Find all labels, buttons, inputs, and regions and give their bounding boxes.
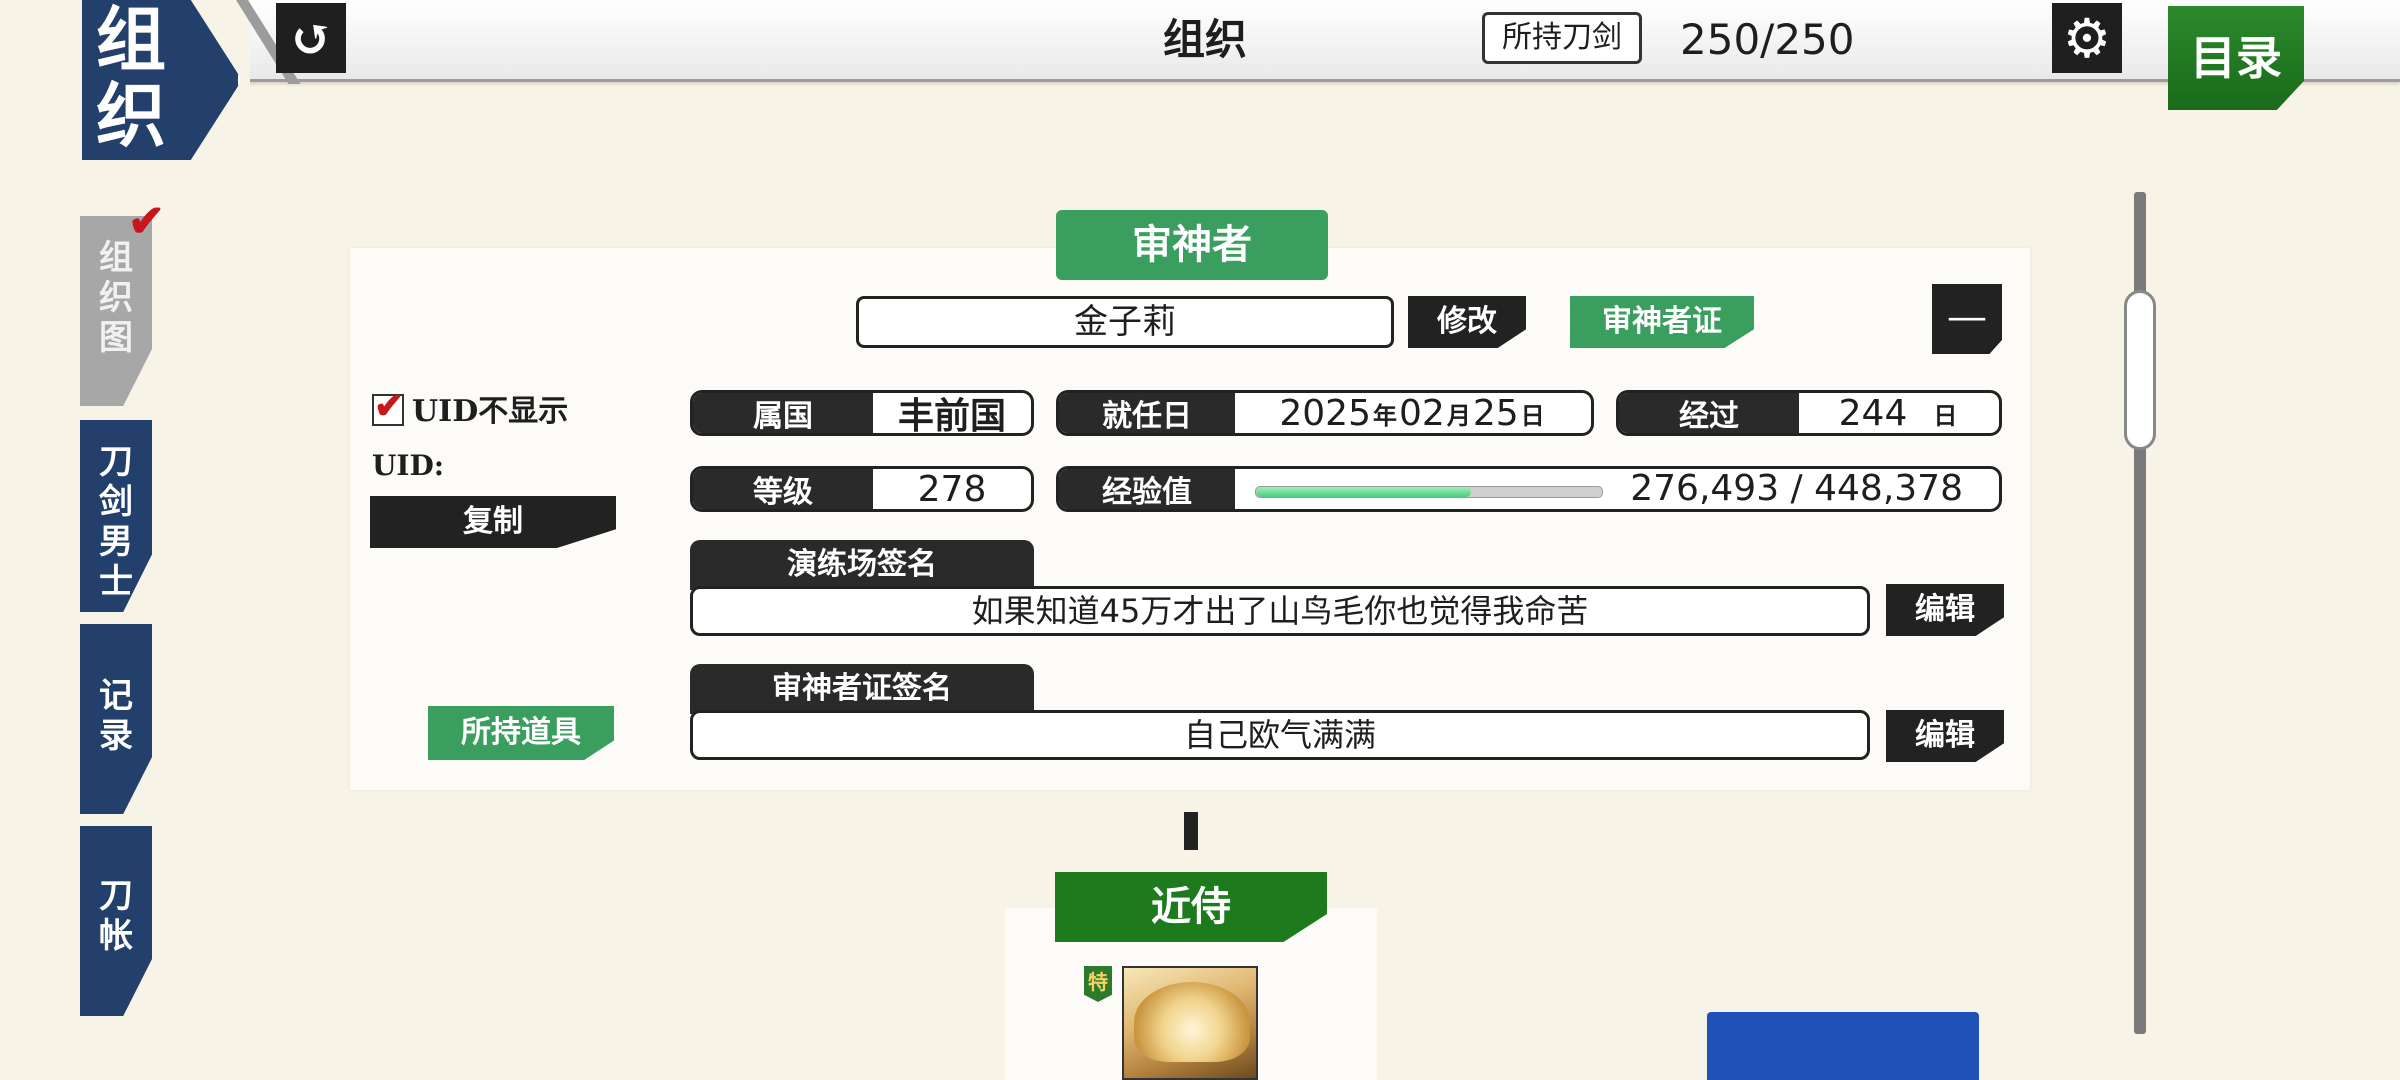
page-title: 组织 bbox=[1162, 15, 1247, 64]
level-value: 278 bbox=[917, 468, 987, 510]
rename-button[interactable]: 修改 bbox=[1408, 296, 1526, 348]
edit-card-signature-button[interactable]: 编辑 bbox=[1886, 710, 2004, 762]
country-field: 属国 丰前国 bbox=[690, 390, 1034, 436]
side-tab-char: 织 bbox=[99, 278, 133, 318]
experience-field: 经验值 276,493 / 448,378 bbox=[1056, 466, 2002, 512]
card-signature-text: 自己欧气满满 bbox=[690, 710, 1870, 760]
start-day: 25 bbox=[1472, 392, 1519, 434]
level-field: 等级 278 bbox=[690, 466, 1034, 512]
elapsed-days-field: 经过 244 日 bbox=[1616, 390, 2002, 436]
side-tab-char: 图 bbox=[99, 318, 133, 358]
uid-hide-label: UID不显示 bbox=[412, 394, 569, 429]
side-tab-char: 男 bbox=[99, 522, 133, 562]
active-check-icon: ✔ bbox=[128, 196, 165, 247]
side-tab-char: 士 bbox=[99, 562, 133, 602]
arena-signature-text: 如果知道45万才出了山鸟毛你也觉得我命苦 bbox=[690, 586, 1870, 636]
uid-label: UID: bbox=[372, 449, 445, 482]
tab-records[interactable]: 记录 bbox=[80, 624, 152, 814]
experience-progress-bar bbox=[1255, 486, 1603, 498]
saniwa-section-title: 审神者 bbox=[1056, 210, 1328, 280]
partial-blue-button[interactable] bbox=[1707, 1012, 1979, 1080]
side-tab-char: 录 bbox=[99, 716, 133, 756]
side-tab-char: 剑 bbox=[99, 482, 133, 522]
side-tab-char: 记 bbox=[99, 676, 133, 716]
checkmark-icon: ✔ bbox=[374, 385, 405, 427]
menu-button[interactable]: 目录 bbox=[2168, 6, 2304, 110]
saniwa-card-button[interactable]: 审神者证 bbox=[1570, 296, 1754, 348]
experience-value-area: 276,493 / 448,378 bbox=[1235, 469, 1999, 509]
start-date-value: 2025 年 02 月 25 日 bbox=[1235, 393, 1591, 433]
country-label: 属国 bbox=[693, 393, 873, 433]
year-unit: 年 bbox=[1373, 400, 1397, 430]
experience-progress-fill bbox=[1256, 487, 1471, 497]
scrollbar-thumb[interactable] bbox=[2124, 290, 2156, 450]
level-label: 等级 bbox=[693, 469, 873, 509]
arena-signature-label: 演练场签名 bbox=[690, 540, 1034, 590]
back-arrow-icon: ↺ bbox=[289, 7, 333, 69]
attendant-section-title: 近侍 bbox=[1055, 872, 1327, 942]
experience-value: 276,493 / 448,378 bbox=[1630, 468, 1963, 509]
side-tab-char: 刀 bbox=[99, 442, 133, 482]
saniwa-name: 金子莉 bbox=[856, 296, 1394, 348]
start-date-label: 就任日 bbox=[1059, 393, 1235, 433]
edit-arena-signature-button[interactable]: 编辑 bbox=[1886, 584, 2004, 636]
start-date-field: 就任日 2025 年 02 月 25 日 bbox=[1056, 390, 1594, 436]
tab-sword-boys[interactable]: 刀剑男士 bbox=[80, 420, 152, 612]
elapsed-value: 244 日 bbox=[1799, 393, 1999, 433]
elapsed-days: 244 bbox=[1838, 392, 1908, 434]
sword-count-value: 250/250 bbox=[1680, 15, 1855, 64]
back-button[interactable]: ↺ bbox=[276, 3, 346, 73]
tab-sword-ledger[interactable]: 刀帐 bbox=[80, 826, 152, 1016]
month-unit: 月 bbox=[1446, 400, 1471, 430]
start-month: 02 bbox=[1399, 392, 1445, 434]
elapsed-unit: 日 bbox=[1933, 400, 1958, 430]
elapsed-label: 经过 bbox=[1619, 393, 1799, 433]
org-chart-connector bbox=[1184, 812, 1198, 850]
gear-icon: ⚙ bbox=[2062, 6, 2112, 70]
day-unit: 日 bbox=[1520, 400, 1545, 430]
side-tab-char: 刀 bbox=[99, 876, 133, 916]
portrait-hair-shape bbox=[1134, 982, 1250, 1062]
minus-icon: — bbox=[1947, 294, 1987, 340]
experience-label: 经验值 bbox=[1059, 469, 1235, 509]
owned-items-button[interactable]: 所持道具 bbox=[428, 706, 614, 760]
copy-uid-button[interactable]: 复制 bbox=[370, 496, 616, 548]
country-value: 丰前国 bbox=[897, 395, 1006, 436]
settings-button[interactable]: ⚙ bbox=[2052, 3, 2122, 73]
card-signature-label: 审神者证签名 bbox=[690, 664, 1034, 714]
sword-count-label: 所持刀剑 bbox=[1482, 12, 1642, 64]
side-tab-char: 帐 bbox=[99, 916, 133, 956]
rank-badge-icon: 特 bbox=[1084, 966, 1112, 1002]
collapse-button[interactable]: — bbox=[1932, 284, 2002, 354]
attendant-portrait[interactable] bbox=[1122, 966, 1258, 1080]
start-year: 2025 bbox=[1279, 392, 1371, 434]
